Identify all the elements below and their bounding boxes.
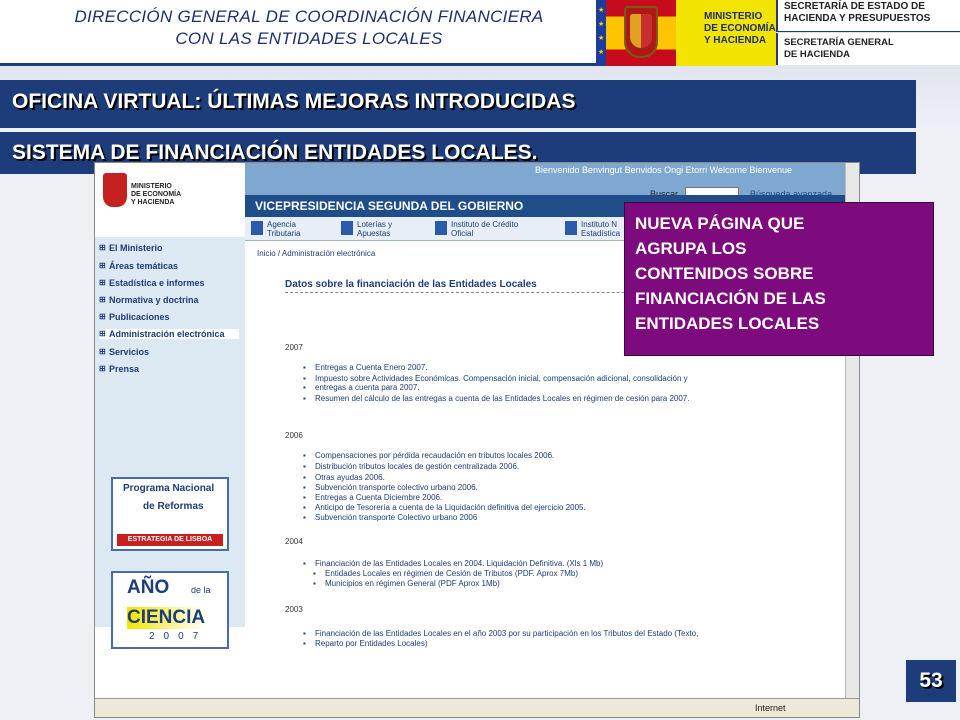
doc-link[interactable]: Distribución tributos locales de gestión… xyxy=(303,462,519,471)
link-ico[interactable]: Instituto de Crédito Oficial xyxy=(435,220,518,238)
site-logo-text: MINISTERIO DE ECONOMÍA Y HACIENDA xyxy=(131,183,181,207)
sidebar-item-ministerio[interactable]: El Ministerio xyxy=(99,243,163,253)
banner1-strip: ESTRATEGIA DE LISBOA xyxy=(117,534,223,546)
link-line2: Tributaria xyxy=(267,229,301,238)
ministry-shield-icon xyxy=(103,173,127,207)
header-title-panel: DIRECCIÓN GENERAL DE COORDINACIÓN FINANC… xyxy=(0,0,596,66)
ministry-line1: MINISTERIO xyxy=(704,11,763,22)
language-menu[interactable]: Bienvenido Benvingut Benvidos Ongi Etorr… xyxy=(535,165,792,175)
status-zone-text: Internet xyxy=(755,703,786,713)
browser-status-bar: Internet xyxy=(95,698,859,717)
link-line1: Instituto de Crédito xyxy=(451,220,519,229)
doc-link[interactable]: Subvención transporte colectivo urbano 2… xyxy=(303,483,478,492)
programa-nacional-banner[interactable]: Programa Nacional de Reformas ESTRATEGIA… xyxy=(111,477,229,551)
secretariat-general-label: SECRETARÍA GENERAL DE HACIENDA xyxy=(776,33,960,65)
sidebar-item-servicios[interactable]: Servicios xyxy=(99,347,149,357)
link-line2: Estadística xyxy=(581,229,621,238)
doc-sublink[interactable]: Entidades Locales en régimen de Cesión d… xyxy=(313,569,578,578)
year-heading-2007: 2007 xyxy=(285,343,303,352)
link-ine[interactable]: Instituto N Estadística xyxy=(565,220,620,238)
breadcrumb[interactable]: Inicio / Administración electrónica xyxy=(257,249,375,258)
doc-link[interactable]: Financiación de las Entidades Locales en… xyxy=(303,629,698,638)
doc-link[interactable]: Financiación de las Entidades Locales en… xyxy=(303,559,603,568)
doc-link[interactable]: Resumen del cálculo de las entregas a cu… xyxy=(303,394,689,403)
sidebar-item-publicaciones[interactable]: Publicaciones xyxy=(99,312,170,322)
banner1-line1: Programa Nacional xyxy=(123,483,215,494)
eu-flag-strip: ★ ★ ★ ★ xyxy=(596,0,606,66)
sidebar-item-prensa[interactable]: Prensa xyxy=(99,364,139,374)
org-title-line2: CON LAS ENTIDADES LOCALES xyxy=(175,29,443,48)
org-title-line1: DIRECCIÓN GENERAL DE COORDINACIÓN FINANC… xyxy=(74,7,544,26)
link-agencia-tributaria[interactable]: Agencia Tributaria xyxy=(251,220,301,238)
sidebar-item-areas[interactable]: Áreas temáticas xyxy=(99,261,178,271)
sec1-line1: SECRETARÍA DE ESTADO DE xyxy=(784,1,925,12)
shield-icon xyxy=(624,6,658,58)
doc-link[interactable]: Compensaciones por pérdida recaudación e… xyxy=(303,451,554,460)
doc-link[interactable]: Subvención transporte Colectivo urbano 2… xyxy=(303,513,477,522)
ano-ciencia-banner[interactable]: AÑO de la CIENCIA 2007 xyxy=(111,571,229,649)
banner1-line2: de Reformas xyxy=(143,501,204,512)
doc-link[interactable]: Impuesto sobre Actividades Económicas. C… xyxy=(303,374,688,383)
link-loterias[interactable]: Loterías y Apuestas xyxy=(341,220,392,238)
doc-sublink[interactable]: Municipios en régimen General (PDF Aprox… xyxy=(313,579,500,588)
sec2-line1: SECRETARÍA GENERAL xyxy=(784,37,894,48)
banner2-year: 2007 xyxy=(149,631,208,642)
secretariat-state-label: SECRETARÍA DE ESTADO DE HACIENDA Y PRESU… xyxy=(776,0,960,32)
doc-link[interactable]: Entregas a Cuenta Diciembre 2006. xyxy=(303,493,442,502)
ministry-label: MINISTERIO DE ECONOMÍA Y HACIENDA xyxy=(676,0,776,66)
doc-link[interactable]: Otras ayudas 2006. xyxy=(303,473,385,482)
doc-link-continuation[interactable]: Reparto por Entidades Locales) xyxy=(303,639,427,648)
site-logo-line1: MINISTERIO xyxy=(131,183,172,190)
callout-line5: ENTIDADES LOCALES xyxy=(635,314,820,333)
doc-link[interactable]: Anticipo de Tesorería a cuenta de la Liq… xyxy=(303,503,586,512)
link-line1: Agencia xyxy=(267,220,296,229)
spain-coat-of-arms-logo xyxy=(606,0,676,66)
sec2-line2: DE HACIENDA xyxy=(784,49,850,60)
callout-line2: AGRUPA LOS xyxy=(635,239,747,258)
link-line2: Oficial xyxy=(451,229,474,238)
sidebar-item-administracion[interactable]: Administración electrónica xyxy=(99,329,239,339)
doc-link[interactable]: Entregas a Cuenta Enero 2007. xyxy=(303,363,427,372)
banner2-dela: de la xyxy=(191,585,211,595)
year-heading-2003: 2003 xyxy=(285,605,303,614)
link-line1: Loterías y xyxy=(357,220,393,229)
sidebar-item-normativa[interactable]: Normativa y doctrina xyxy=(99,295,199,305)
banner2-line1: AÑO xyxy=(127,577,170,598)
link-line2: Apuestas xyxy=(357,229,391,238)
callout-line3: CONTENIDOS SOBRE xyxy=(635,264,814,283)
callout-line4: FINANCIACIÓN DE LAS xyxy=(635,289,826,308)
link-line1: Instituto N xyxy=(581,220,618,229)
site-logo-line2: DE ECONOMÍA xyxy=(131,191,182,198)
doc-link-continuation[interactable]: entregas a cuenta para 2007. xyxy=(303,383,419,392)
year-heading-2006: 2006 xyxy=(285,431,303,440)
callout-line1: NUEVA PÁGINA QUE xyxy=(635,214,805,233)
callout-box: NUEVA PÁGINA QUE AGRUPA LOS CONTENIDOS S… xyxy=(624,202,934,356)
sec1-line2: HACIENDA Y PRESUPUESTOS xyxy=(784,13,931,24)
banner2-line2: CIENCIA xyxy=(127,607,206,629)
ministry-line3: Y HACIENDA xyxy=(704,35,767,46)
site-logo-line3: Y HACIENDA xyxy=(131,199,175,206)
sidebar-item-estadistica[interactable]: Estadística e informes xyxy=(99,278,205,288)
slide-title-bar: OFICINA VIRTUAL: ÚLTIMAS MEJORAS INTRODU… xyxy=(0,80,916,128)
ministry-line2: DE ECONOMÍA xyxy=(704,23,776,34)
sidebar: El Ministerio Áreas temáticas Estadístic… xyxy=(95,237,245,649)
page-number: 53 xyxy=(906,660,956,702)
year-heading-2004: 2004 xyxy=(285,537,303,546)
org-title: DIRECCIÓN GENERAL DE COORDINACIÓN FINANC… xyxy=(24,6,594,50)
